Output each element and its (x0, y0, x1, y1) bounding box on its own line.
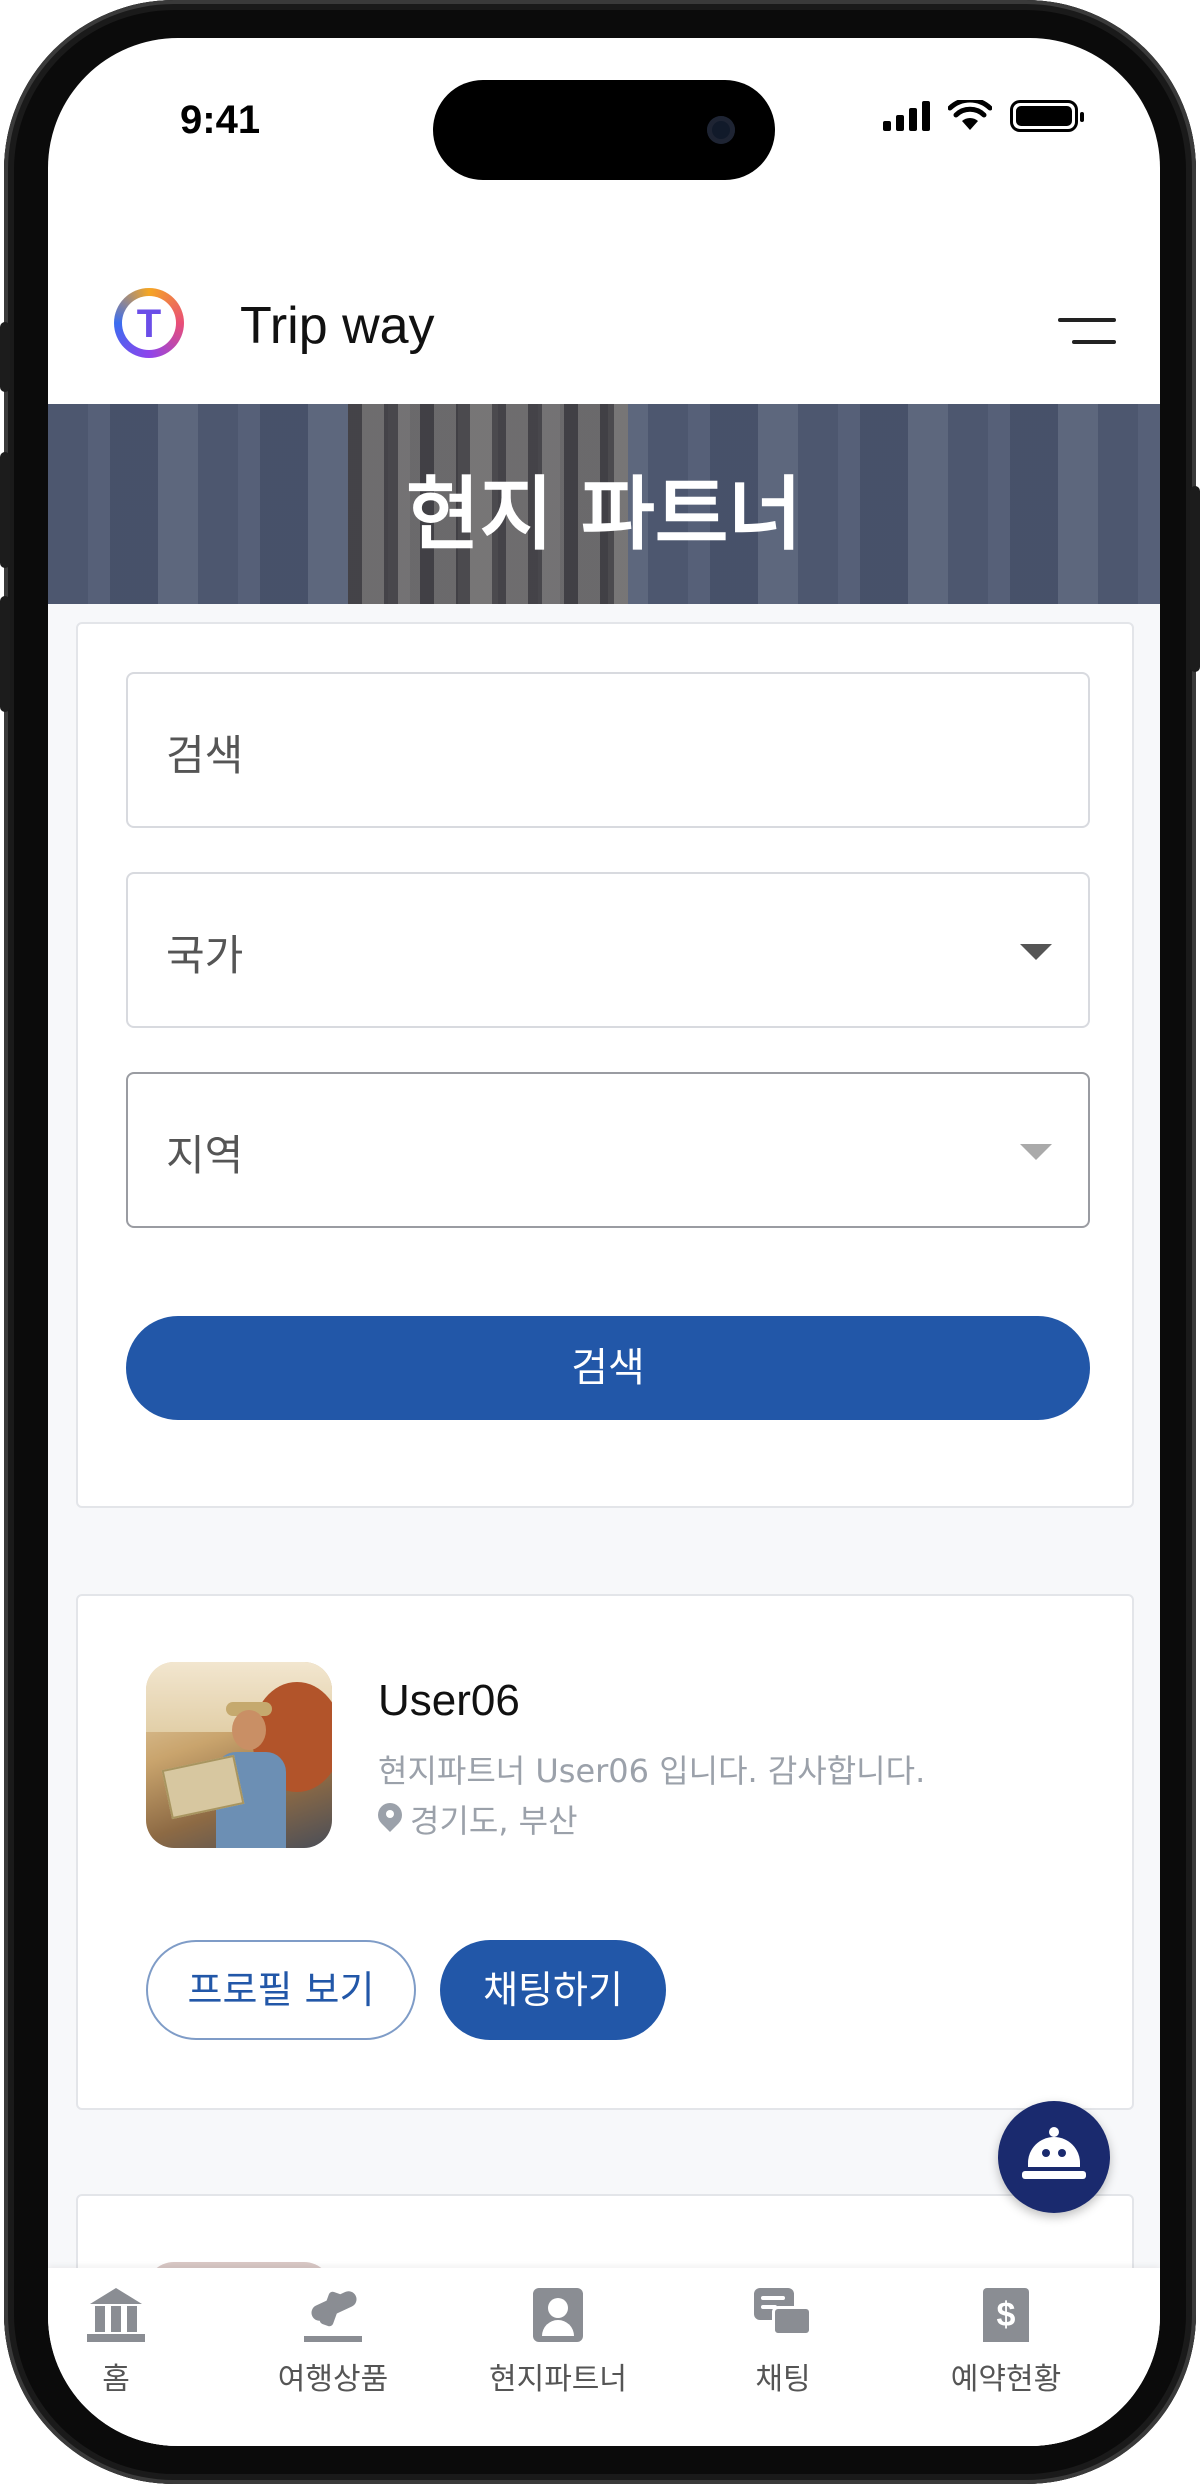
chevron-down-icon (1020, 944, 1052, 960)
nav-item-home[interactable]: 홈 (48, 2288, 206, 2398)
nav-label: 채팅 (755, 2362, 811, 2397)
page-title: 현지 파트너 (406, 468, 802, 561)
nav-label: 홈 (102, 2362, 130, 2397)
mute-switch (0, 322, 10, 392)
dynamic-island (433, 80, 775, 180)
battery-icon (1010, 100, 1084, 132)
hero-banner: 현지 파트너 (48, 404, 1160, 604)
nav-label: 예약현황 (950, 2362, 1062, 2397)
search-input[interactable]: 검색 (126, 672, 1090, 828)
partner-location-text: 경기도, 부산 (410, 1802, 578, 1840)
region-select-label: 지역 (166, 1131, 244, 1180)
phone-frame: 9:41 T Trip way 현지 파트너 검색 국가 지역 검색 User0… (0, 0, 1200, 2484)
nav-item-reservations[interactable]: $ 예약현황 (916, 2288, 1096, 2398)
search-button[interactable]: 검색 (126, 1316, 1090, 1420)
region-select[interactable]: 지역 (126, 1072, 1090, 1228)
nav-item-local-partners[interactable]: 현지파트너 (468, 2288, 648, 2398)
screen: 9:41 T Trip way 현지 파트너 검색 국가 지역 검색 User0… (48, 38, 1160, 2446)
status-time: 9:41 (180, 98, 261, 142)
country-select[interactable]: 국가 (126, 872, 1090, 1028)
search-input-placeholder: 검색 (166, 731, 244, 780)
chevron-down-icon (1020, 1144, 1052, 1160)
main-content[interactable]: 검색 국가 지역 검색 User06 현지파트너 User06 입니다. 감사합… (48, 604, 1160, 2446)
person-card-icon (529, 2288, 587, 2342)
chat-icon (754, 2288, 812, 2342)
home-icon (87, 2288, 145, 2342)
logo-icon[interactable]: T (114, 288, 184, 358)
app-header: T Trip way (48, 238, 1160, 404)
logo-letter: T (136, 302, 162, 346)
concierge-bell-button[interactable] (998, 2101, 1110, 2213)
chat-button[interactable]: 채팅하기 (440, 1940, 666, 2040)
partner-avatar[interactable] (146, 1662, 332, 1848)
hamburger-menu-icon[interactable] (1058, 314, 1116, 348)
camera-icon (707, 116, 735, 144)
partner-card: User06 현지파트너 User06 입니다. 감사합니다. 경기도, 부산 … (76, 1594, 1134, 2110)
nav-item-chat[interactable]: 채팅 (693, 2288, 873, 2398)
country-select-label: 국가 (166, 931, 244, 980)
plane-icon (304, 2288, 362, 2342)
bottom-nav: 홈 여행상품 현지파트너 채팅 $ 예약현황 (48, 2268, 1160, 2446)
power-button (1190, 486, 1200, 672)
receipt-icon: $ (977, 2288, 1035, 2342)
view-profile-button[interactable]: 프로필 보기 (146, 1940, 416, 2040)
location-pin-icon (378, 1803, 402, 1835)
signal-icon (883, 101, 930, 131)
status-icons (883, 100, 1084, 132)
partner-location: 경기도, 부산 (378, 1796, 578, 1842)
partner-description: 현지파트너 User06 입니다. 감사합니다. (378, 1752, 926, 1790)
search-card: 검색 국가 지역 검색 (76, 622, 1134, 1508)
app-title: Trip way (240, 297, 435, 355)
volume-up-button (0, 452, 10, 568)
nav-label: 현지파트너 (489, 2362, 627, 2397)
volume-down-button (0, 596, 10, 712)
partner-name: User06 (378, 1676, 520, 1725)
nav-item-travel-products[interactable]: 여행상품 (243, 2288, 423, 2398)
nav-label: 여행상품 (277, 2362, 389, 2397)
wifi-icon (948, 100, 992, 130)
